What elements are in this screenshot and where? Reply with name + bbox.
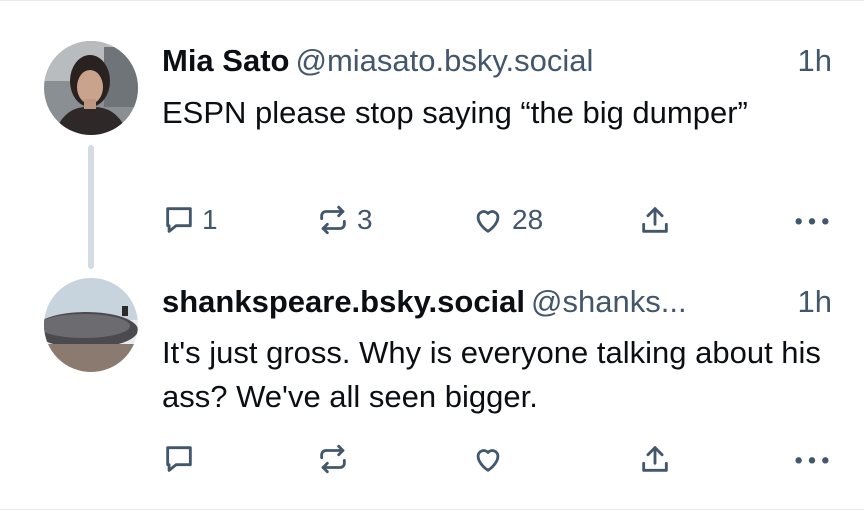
- share-button[interactable]: [638, 200, 672, 240]
- post-header: Mia Sato @miasato.bsky.social 1h: [162, 41, 832, 81]
- repost-count: 3: [357, 204, 373, 235]
- post-header: shankspeare.bsky.social @shanks... 1h: [162, 282, 832, 322]
- timestamp[interactable]: 1h: [798, 41, 832, 81]
- thread-line: [88, 145, 94, 269]
- timestamp[interactable]: 1h: [798, 282, 832, 322]
- heart-icon: [476, 210, 500, 233]
- avatar[interactable]: [44, 41, 138, 135]
- repost-arrows-icon: [320, 205, 346, 235]
- share-upload-icon: [642, 207, 668, 233]
- post-shankspeare[interactable]: shankspeare.bsky.social @shanks... 1h It'…: [0, 263, 864, 511]
- more-options-button[interactable]: [792, 200, 832, 240]
- post-text: ESPN please stop saying “the big dumper”: [162, 95, 748, 130]
- avatar-image: [44, 278, 138, 372]
- share-button[interactable]: [638, 439, 672, 479]
- ellipsis-icon: [795, 457, 829, 464]
- handle[interactable]: @shanks...: [531, 284, 687, 319]
- post-actions: 1 3 28: [162, 200, 832, 240]
- repost-button[interactable]: [315, 439, 357, 479]
- handle[interactable]: @miasato.bsky.social: [295, 43, 593, 78]
- thread-view: Mia Sato @miasato.bsky.social 1h ESPN ple…: [0, 0, 864, 510]
- post-actions: [162, 439, 832, 479]
- heart-icon: [476, 449, 500, 472]
- more-options-button[interactable]: [792, 439, 832, 479]
- like-button[interactable]: 28: [470, 200, 543, 240]
- reply-count: 1: [202, 204, 218, 235]
- like-count: 28: [512, 204, 544, 235]
- display-name[interactable]: shankspeare.bsky.social: [162, 284, 525, 319]
- display-name[interactable]: Mia Sato: [162, 43, 289, 78]
- repost-arrows-icon: [320, 444, 346, 474]
- speech-bubble-icon: [166, 207, 192, 233]
- share-upload-icon: [642, 446, 668, 472]
- like-button[interactable]: [470, 439, 512, 479]
- post-mia-sato[interactable]: Mia Sato @miasato.bsky.social 1h ESPN ple…: [0, 1, 864, 269]
- reply-button[interactable]: 1: [162, 200, 218, 240]
- speech-bubble-icon: [166, 446, 192, 472]
- reply-button[interactable]: [162, 439, 202, 479]
- repost-button[interactable]: 3: [315, 200, 373, 240]
- post-text: It's just gross. Why is everyone talking…: [162, 335, 821, 414]
- avatar[interactable]: [44, 278, 138, 372]
- ellipsis-icon: [795, 218, 829, 225]
- avatar-image: [44, 41, 138, 135]
